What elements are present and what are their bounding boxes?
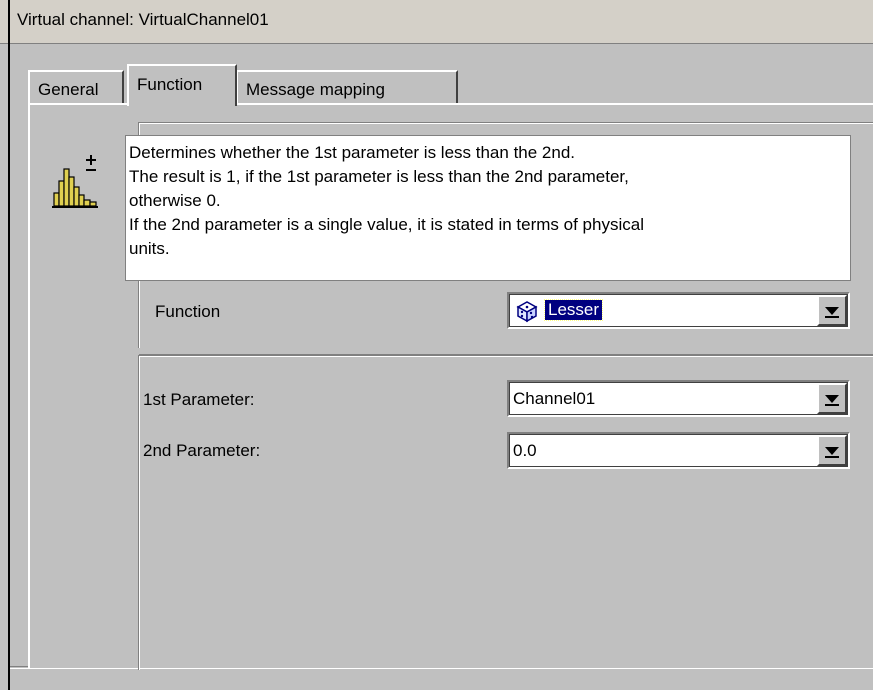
function-selected-value: Lesser: [543, 299, 604, 321]
description-line: Determines whether the 1st parameter is …: [129, 143, 576, 162]
chevron-down-icon: [825, 306, 839, 318]
param2-value: 0.0: [513, 441, 537, 460]
histogram-plus-minus-icon: [52, 155, 98, 208]
chevron-down-icon: [825, 446, 839, 458]
param1-value: Channel01: [513, 389, 596, 408]
description-line: units.: [129, 239, 170, 258]
param2-dropdown-button[interactable]: [817, 435, 847, 466]
window-title: Virtual channel: VirtualChannel01: [17, 10, 269, 29]
function-description: Determines whether the 1st parameter is …: [125, 135, 851, 281]
window-titlebar: Virtual channel: VirtualChannel01: [0, 0, 873, 44]
param1-dropdown-button[interactable]: [817, 383, 847, 414]
tab-message-mapping[interactable]: Message mapping: [236, 70, 458, 104]
param2-select[interactable]: 0.0: [507, 432, 850, 469]
description-line: The result is 1, if the 1st parameter is…: [129, 167, 629, 186]
param2-label: 2nd Parameter:: [143, 441, 261, 460]
param1-label: 1st Parameter:: [143, 390, 255, 409]
function-select[interactable]: Lesser: [507, 292, 850, 329]
description-line: otherwise 0.: [129, 191, 221, 210]
function-dropdown-button[interactable]: [817, 295, 847, 326]
tab-general[interactable]: General: [28, 70, 124, 104]
chevron-down-icon: [825, 394, 839, 406]
param1-select[interactable]: Channel01: [507, 380, 850, 417]
function-label: Function: [155, 302, 221, 321]
dice-icon: [516, 301, 538, 323]
description-line: If the 2nd parameter is a single value, …: [129, 215, 644, 234]
tab-function[interactable]: Function: [127, 64, 237, 106]
